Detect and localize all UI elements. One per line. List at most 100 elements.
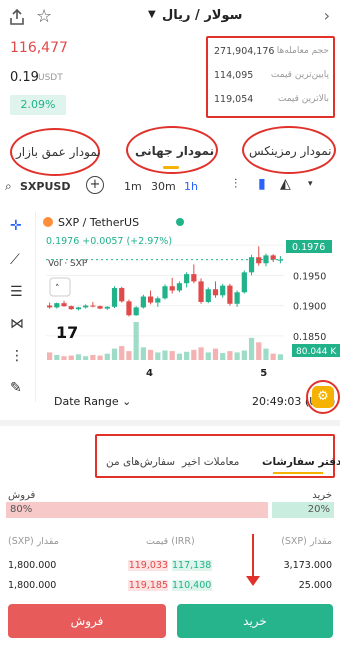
tab-depth-chart[interactable]: نمودار عمق بازار bbox=[16, 145, 101, 159]
pattern-icon[interactable]: ⋈ bbox=[10, 316, 24, 332]
area-chart-icon[interactable]: ◭ bbox=[280, 176, 291, 192]
volume-bars bbox=[47, 322, 283, 360]
candle-type-icon[interactable]: ▮ bbox=[258, 176, 266, 192]
stat-high: 119,054 بالاترین قیمت bbox=[214, 94, 329, 105]
buy-ratio-bar: 20% bbox=[272, 502, 334, 518]
stat-volume: 271,904,176 حجم معامله‌ها bbox=[214, 46, 329, 57]
candle bbox=[54, 303, 60, 308]
price-chart[interactable]: 0.20000.19500.19000.1850 45 0.1976 80.04… bbox=[40, 210, 340, 386]
x-tick-label: 4 bbox=[146, 368, 153, 379]
candle bbox=[61, 303, 67, 307]
volume-bar bbox=[205, 352, 211, 360]
favorite-star-icon[interactable]: ☆ bbox=[36, 6, 52, 27]
x-tick-label: 5 bbox=[260, 368, 267, 379]
tab-recent-trades[interactable]: معاملات اخیر bbox=[182, 456, 239, 468]
candle bbox=[169, 286, 175, 291]
volume-bar bbox=[126, 351, 132, 360]
volume-bar bbox=[68, 355, 74, 360]
brush-icon[interactable]: ✎ bbox=[10, 380, 22, 396]
interval-1m[interactable]: 1m bbox=[124, 180, 142, 193]
column-amount-right: (SXP) مقدار bbox=[281, 536, 332, 547]
trend-line-icon[interactable]: ⟋ bbox=[10, 252, 20, 268]
buy-button[interactable]: خرید bbox=[177, 604, 333, 638]
share-icon[interactable] bbox=[8, 8, 26, 26]
tab-my-orders[interactable]: سفارش‌های من bbox=[106, 456, 175, 468]
volume-bar bbox=[162, 350, 168, 360]
symbol-name[interactable]: SXPUSD bbox=[20, 180, 70, 193]
candle bbox=[176, 283, 183, 291]
candle bbox=[133, 307, 139, 316]
volume-bar bbox=[248, 337, 255, 360]
volume-bar bbox=[47, 352, 53, 360]
interval-30m[interactable]: 30m bbox=[151, 180, 176, 193]
volume-bar bbox=[241, 350, 247, 360]
sell-ratio-bar: 80% bbox=[6, 502, 268, 518]
collapse-legend-button[interactable] bbox=[49, 277, 71, 297]
volume-bar bbox=[270, 353, 276, 360]
volume-bar bbox=[263, 348, 269, 360]
column-price: قیمت (IRR) bbox=[146, 536, 195, 547]
volume-bar bbox=[97, 355, 103, 360]
candle bbox=[83, 305, 89, 308]
interval-1h[interactable]: 1h bbox=[184, 180, 198, 193]
x-axis: 45 bbox=[146, 368, 267, 379]
market-open-icon bbox=[176, 218, 184, 226]
y-tick-label: 0.1950 bbox=[293, 271, 326, 282]
tab-global-chart[interactable]: نمودار جهانی bbox=[135, 144, 214, 158]
active-tab-indicator bbox=[163, 166, 179, 169]
volume-bar bbox=[61, 356, 67, 360]
tab-order-book[interactable]: دفتر سفارشات bbox=[262, 456, 340, 468]
chart-title: SXP / TetherUS bbox=[58, 216, 139, 229]
volume-bar bbox=[83, 356, 89, 360]
column-amount-left: (SXP) مقدار bbox=[8, 536, 59, 547]
candle bbox=[234, 292, 240, 304]
candle bbox=[119, 288, 125, 302]
orderbook-row[interactable]: 1,800.000 119,033 117,138 3,173.000 bbox=[0, 560, 340, 578]
orderbook-row[interactable]: 1,800.000 119,185 110,400 25.000 bbox=[0, 580, 340, 598]
sell-button[interactable]: فروش bbox=[8, 604, 166, 638]
chevron-down-icon[interactable]: ▾ bbox=[308, 179, 313, 189]
candle bbox=[90, 305, 96, 307]
volume-bar bbox=[90, 354, 96, 360]
measure-icon[interactable]: ⋮ bbox=[10, 348, 24, 364]
pair-selector[interactable]: سولار / ریال bbox=[162, 8, 242, 23]
volume-bar bbox=[191, 349, 197, 360]
stat-low: 114,095 پایین‌ترین قیمت bbox=[214, 70, 329, 81]
chevron-down-icon[interactable]: ▼ bbox=[148, 9, 156, 20]
symbol-search-icon[interactable]: ⌕ bbox=[5, 179, 12, 194]
candle bbox=[97, 306, 103, 309]
candle bbox=[47, 305, 53, 308]
header-bar: ☆ ▼ سولار / ریال › bbox=[0, 0, 340, 34]
volume-bar bbox=[54, 354, 60, 360]
volume-value-label: 80.044 K bbox=[296, 347, 337, 357]
date-range-button[interactable]: Date Range ⌄ bbox=[54, 395, 131, 408]
y-axis: 0.20000.19500.19000.1850 bbox=[293, 241, 326, 343]
tab-ramzinex-chart[interactable]: نمودار رمزینکس bbox=[249, 144, 332, 158]
volume-bar bbox=[119, 346, 125, 360]
indicator-icon[interactable]: ⫶ bbox=[234, 177, 237, 192]
volume-bar bbox=[75, 354, 82, 360]
market-stats-box: 271,904,176 حجم معامله‌ها 114,095 پایین‌… bbox=[206, 36, 335, 118]
volume-bar bbox=[227, 351, 233, 360]
chart-toolbar: ⌕ SXPUSD + 1m 30m 1h ⫶ ▮ ◭ ▾ bbox=[0, 175, 340, 201]
volume-bar bbox=[140, 347, 146, 360]
candle bbox=[270, 255, 276, 260]
crosshair-icon[interactable]: ✛ bbox=[10, 218, 22, 234]
candle bbox=[205, 289, 211, 302]
candle bbox=[227, 285, 233, 304]
fib-icon[interactable]: ☰ bbox=[10, 284, 23, 300]
last-price-usdt: 0.19 bbox=[10, 70, 39, 85]
volume-bar bbox=[155, 352, 161, 360]
add-compare-icon[interactable]: + bbox=[86, 176, 104, 194]
chevron-up-icon[interactable]: ˄ bbox=[55, 284, 60, 294]
volume-bar bbox=[184, 351, 190, 360]
volume-bar bbox=[220, 353, 226, 360]
active-tab-indicator bbox=[273, 472, 323, 474]
volume-bar bbox=[234, 352, 240, 360]
volume-bar bbox=[147, 349, 154, 360]
sell-label: فروش bbox=[8, 490, 36, 501]
candle bbox=[155, 298, 161, 303]
y-tick-label: 0.1900 bbox=[293, 302, 326, 313]
candle bbox=[241, 272, 247, 293]
back-chevron-icon[interactable]: › bbox=[324, 6, 330, 25]
